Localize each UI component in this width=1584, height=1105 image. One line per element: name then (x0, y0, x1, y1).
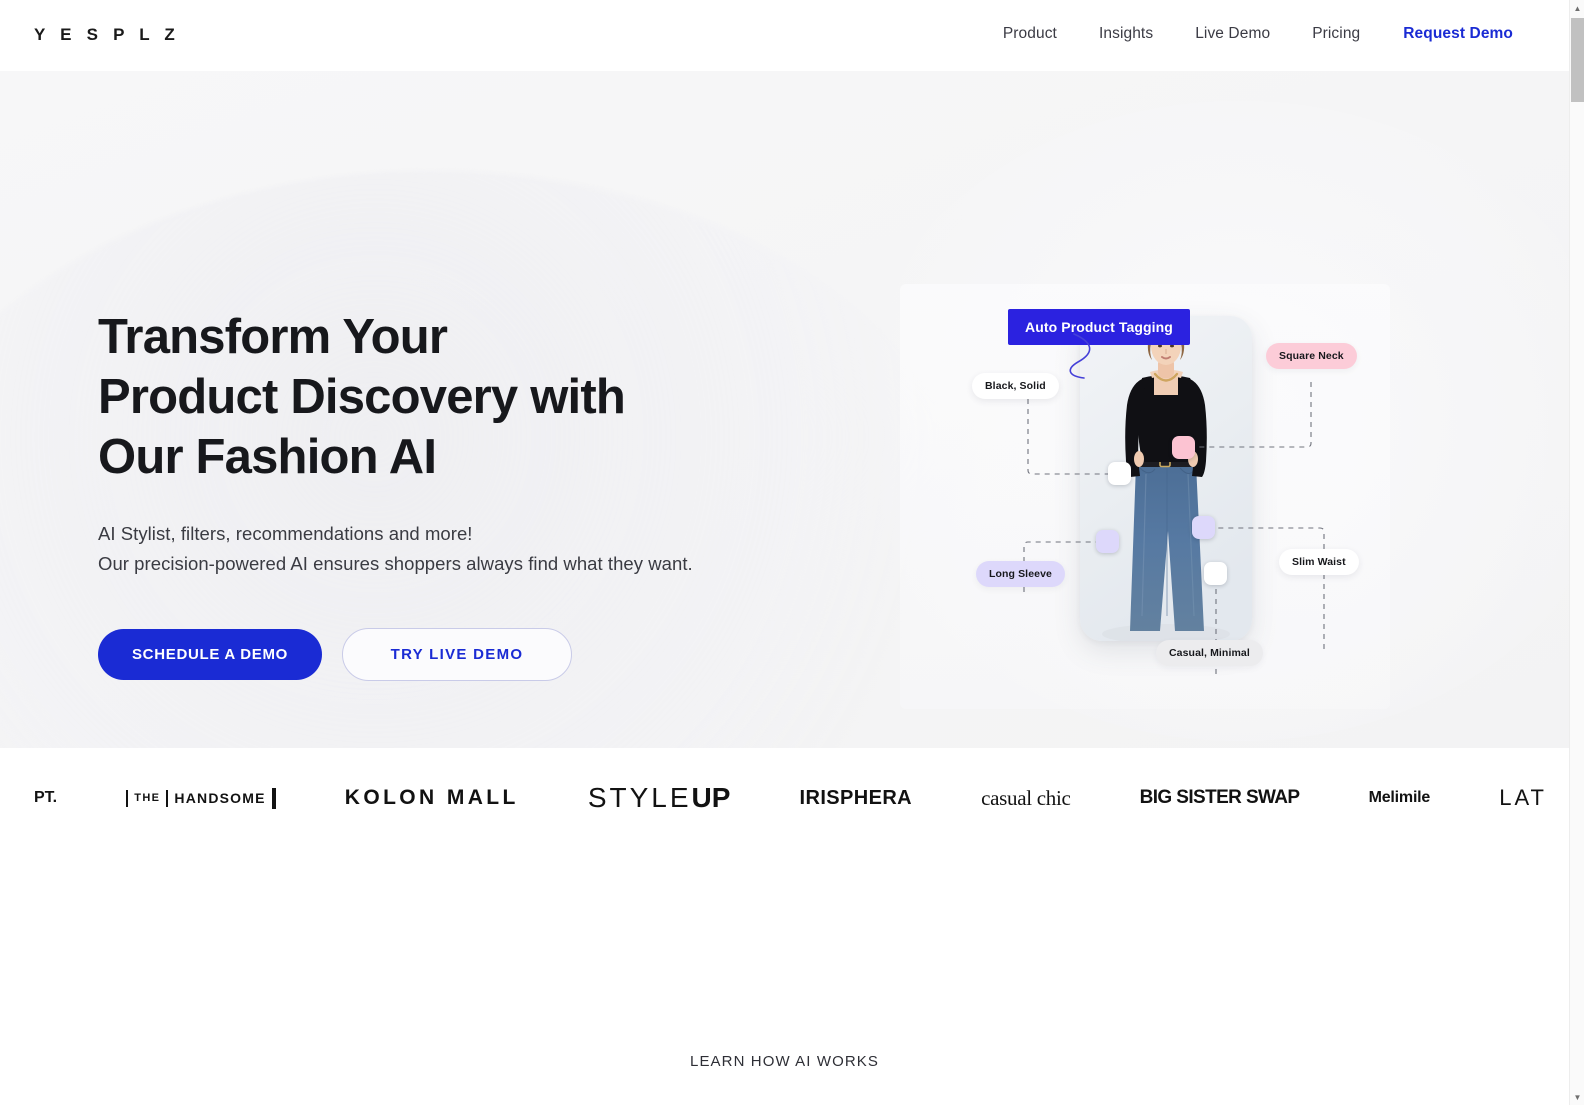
hero-section: Transform Your Product Discovery with Ou… (0, 71, 1569, 748)
marker-casual-minimal[interactable] (1204, 562, 1227, 585)
client-logo-big-sister-swap: BIG SISTER SWAP (1139, 787, 1301, 808)
handsome-divider-bar-left (126, 789, 129, 807)
hero-visual: Auto Product Tagging Black, Solid Square… (900, 284, 1390, 709)
try-live-demo-button[interactable]: TRY LIVE DEMO (342, 628, 572, 681)
client-logo-row: PT. THE HANDSOME KOLON MALL STYLEUP IRIS… (0, 748, 1569, 848)
brand-logo[interactable]: Y E S P L Z (34, 25, 180, 45)
client-logo-lat: LAT (1499, 785, 1547, 810)
hero-cta-group: SCHEDULE A DEMO TRY LIVE DEMO (98, 628, 798, 681)
client-logo-styleup-up: UP (691, 782, 731, 813)
page-scrollbar[interactable]: ▲ ▼ (1569, 0, 1584, 1105)
client-logo-styleup-style: STYLE (587, 782, 692, 813)
marker-slim-waist[interactable] (1192, 516, 1215, 539)
nav-item-product[interactable]: Product (982, 25, 1078, 43)
handsome-divider-bar-right (271, 787, 276, 809)
tag-chip-casual-minimal[interactable]: Casual, Minimal (1156, 640, 1263, 666)
hero-subtitle: AI Stylist, filters, recommendations and… (98, 519, 798, 579)
main-navigation: Product Insights Live Demo Pricing Reque… (982, 25, 1513, 43)
scrollbar-thumb[interactable] (1571, 18, 1584, 102)
site-header: Y E S P L Z Product Insights Live Demo P… (0, 0, 1569, 71)
hero-title-line-3: Our Fashion AI (98, 430, 437, 484)
schedule-demo-button[interactable]: SCHEDULE A DEMO (98, 629, 322, 680)
client-logo-kolon-mall: KOLON MALL (344, 786, 519, 809)
learn-how-ai-works-link[interactable]: LEARN HOW AI WORKS (0, 1053, 1569, 1070)
marker-square-neck[interactable] (1172, 436, 1195, 459)
client-logo-handsome-the: THE (134, 792, 161, 804)
client-logo-handsome-name: HANDSOME (174, 790, 266, 806)
hero-copy: Transform Your Product Discovery with Ou… (98, 307, 798, 681)
squiggle-decoration-icon (1069, 333, 1091, 379)
hero-title: Transform Your Product Discovery with Ou… (98, 307, 798, 487)
client-logo-melimile: Melimile (1368, 789, 1431, 806)
tag-chip-slim-waist[interactable]: Slim Waist (1279, 549, 1359, 575)
bottom-section: LEARN HOW AI WORKS (0, 848, 1569, 1105)
nav-item-insights[interactable]: Insights (1078, 25, 1174, 43)
scrollbar-down-arrow-icon[interactable]: ▼ (1570, 1089, 1584, 1105)
marker-long-sleeve[interactable] (1096, 530, 1119, 553)
nav-item-request-demo[interactable]: Request Demo (1381, 25, 1513, 43)
hero-title-line-1: Transform Your (98, 310, 448, 364)
client-logo-pt: PT. (34, 789, 58, 806)
scrollbar-up-arrow-icon[interactable]: ▲ (1570, 0, 1584, 16)
handsome-divider-bar-mid (166, 789, 169, 807)
tag-chip-square-neck[interactable]: Square Neck (1266, 343, 1357, 369)
client-logo-irisphera: IRISPHERA (799, 786, 913, 809)
hero-subtitle-line-1: AI Stylist, filters, recommendations and… (98, 523, 473, 544)
client-logo-casual-chic: casual chic (981, 785, 1071, 810)
tag-chip-long-sleeve[interactable]: Long Sleeve (976, 561, 1065, 587)
client-logo-strip: PT. THE HANDSOME KOLON MALL STYLEUP IRIS… (0, 748, 1569, 848)
marker-black-solid[interactable] (1108, 462, 1131, 485)
nav-item-pricing[interactable]: Pricing (1291, 25, 1381, 43)
hero-title-line-2: Product Discovery with (98, 370, 626, 424)
hero-subtitle-line-2: Our precision-powered AI ensures shopper… (98, 553, 693, 574)
nav-item-live-demo[interactable]: Live Demo (1174, 25, 1291, 43)
client-logo-styleup: STYLEUP (588, 782, 731, 814)
page-root: Y E S P L Z Product Insights Live Demo P… (0, 0, 1584, 1105)
tag-chip-black-solid[interactable]: Black, Solid (972, 373, 1059, 399)
client-logo-handsome: THE HANDSOME (126, 787, 276, 809)
